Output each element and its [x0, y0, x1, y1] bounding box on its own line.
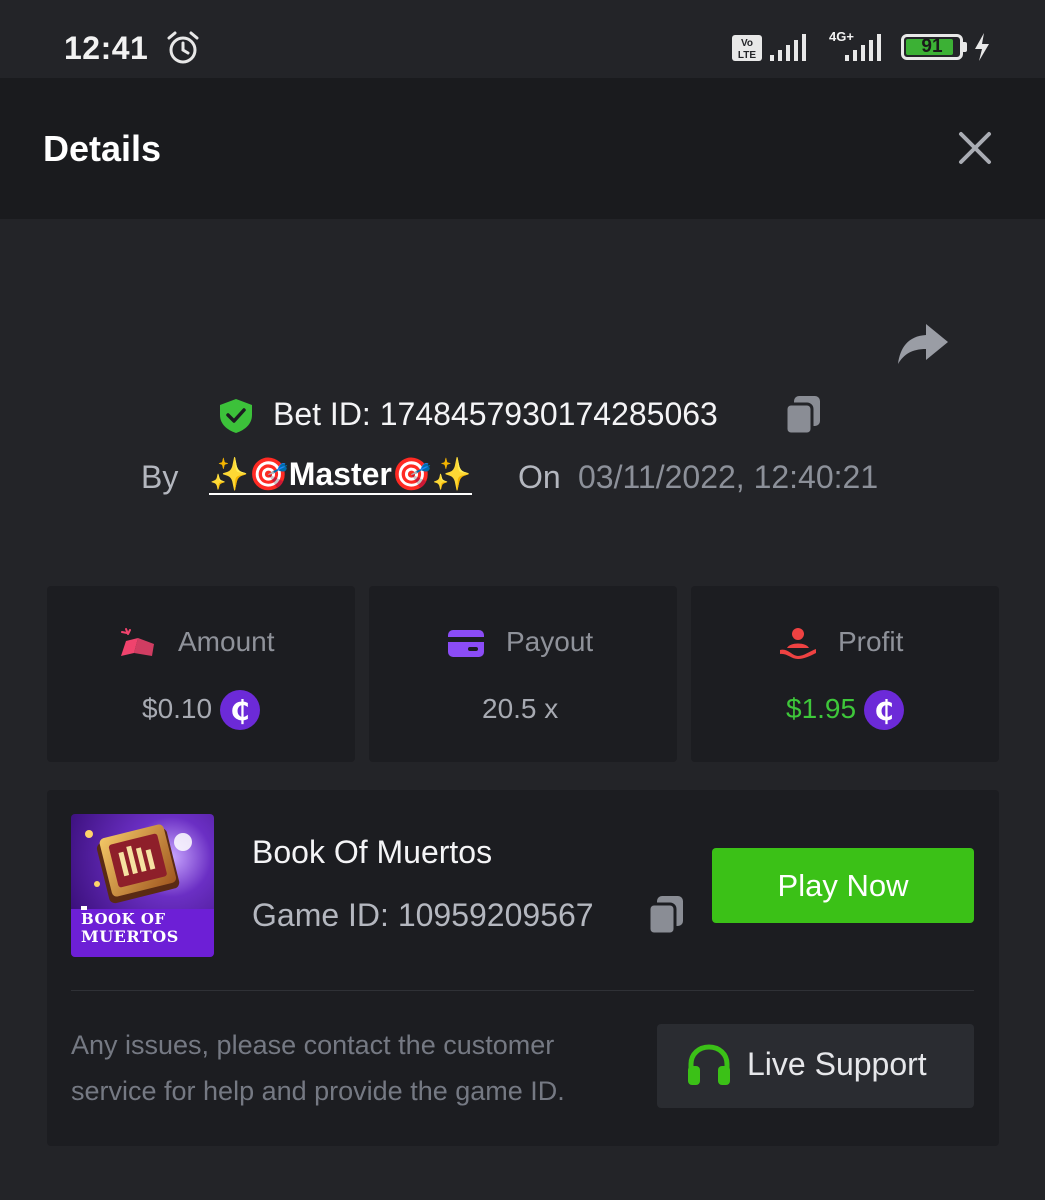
page-title: Details: [43, 128, 162, 169]
bet-id-row: Bet ID: 1748457930174285063: [0, 392, 1045, 438]
svg-text:LTE: LTE: [738, 50, 756, 61]
status-bar: 12:41 Vo LTE 4G+ 91: [0, 0, 1045, 78]
live-support-label: Live Support: [747, 1046, 927, 1082]
help-text: Any issues, please contact the customer …: [71, 1030, 565, 1106]
wallet-card-icon: [448, 630, 484, 657]
bet-meta-row: By ✨🎯Master🎯✨ On 03/11/2022, 12:40:21: [0, 455, 1045, 503]
details-header: Details: [0, 78, 1045, 219]
game-panel: BOOK OF MUERTOS Book Of Muertos Game ID:…: [47, 790, 999, 1146]
play-now-button[interactable]: Play Now: [712, 848, 974, 923]
copy-icon[interactable]: [646, 894, 686, 936]
bet-datetime: 03/11/2022, 12:40:21: [578, 459, 879, 495]
hand-coin-icon: [780, 628, 816, 659]
svg-text:₵: ₵: [874, 694, 893, 727]
battery-icon: 91: [901, 34, 963, 60]
thumb-title-line1: BOOK OF: [81, 910, 166, 928]
payout-value: 20.5 x: [482, 693, 559, 724]
profit-card: Profit $1.95 ₵: [691, 586, 999, 762]
game-name: Book Of Muertos: [252, 834, 493, 870]
svg-text:Vo: Vo: [741, 38, 753, 49]
coin-icon: ₵: [220, 690, 260, 730]
battery-tip: [963, 42, 967, 52]
signal-icon: [845, 34, 881, 61]
payout-card: Payout 20.5 x: [369, 586, 677, 762]
cash-icon: [121, 628, 154, 656]
bet-id: Bet ID: 1748457930174285063: [273, 396, 718, 432]
volte-icon: Vo LTE: [732, 35, 762, 61]
profit-label: Profit: [838, 626, 904, 657]
user-link[interactable]: ✨🎯Master🎯✨: [209, 455, 472, 495]
svg-text:₵: ₵: [230, 694, 249, 727]
amount-label: Amount: [178, 626, 275, 657]
copy-icon[interactable]: [783, 394, 823, 436]
battery-text: 91: [921, 36, 943, 57]
by-label: By: [141, 459, 179, 495]
game-id: Game ID: 10959209567: [252, 897, 594, 933]
signal-icon: [770, 34, 806, 61]
shield-check-icon: [220, 399, 252, 433]
thumb-title-line2: MUERTOS: [81, 927, 179, 946]
on-label: On: [518, 459, 561, 495]
share-arrow-icon[interactable]: [896, 322, 950, 366]
payout-label: Payout: [506, 626, 594, 657]
status-time: 12:41: [64, 30, 149, 66]
live-support-button[interactable]: Live Support: [657, 1024, 974, 1108]
coin-icon: ₵: [864, 690, 904, 730]
amount-card: Amount $0.10 ₵: [47, 586, 355, 762]
profit-value: $1.95: [786, 693, 857, 724]
alarm-icon: [167, 31, 199, 64]
charging-bolt-icon: [975, 33, 989, 61]
amount-value: $0.10: [142, 693, 213, 724]
close-icon[interactable]: [955, 128, 995, 168]
headset-icon: [688, 1044, 730, 1085]
divider: [71, 990, 974, 991]
game-thumbnail[interactable]: BOOK OF MUERTOS: [71, 814, 214, 957]
